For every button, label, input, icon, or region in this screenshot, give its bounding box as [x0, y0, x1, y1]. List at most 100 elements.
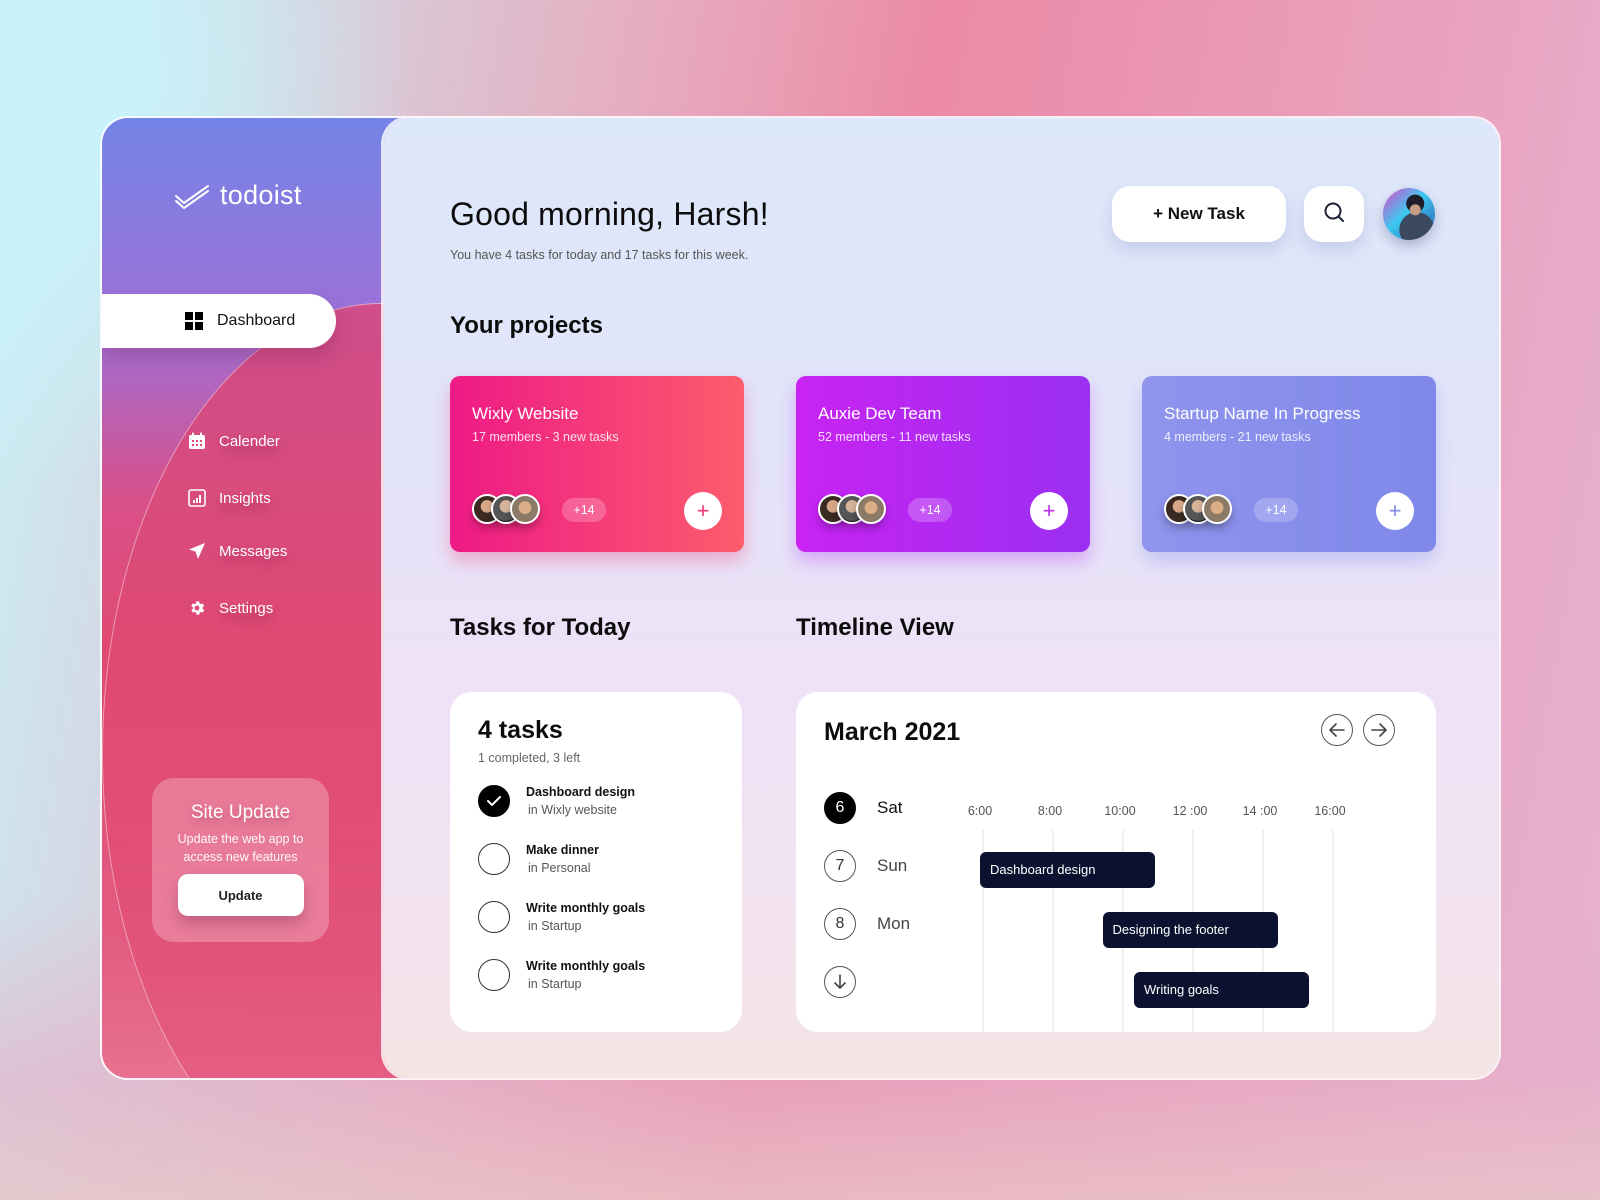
member-avatar	[510, 494, 540, 524]
task-list: Dashboard design in Wixly website Make d…	[478, 785, 714, 1017]
projects-section-title: Your projects	[450, 312, 603, 339]
day-name: Mon	[877, 914, 911, 933]
grid-line	[1332, 830, 1334, 1032]
task-item[interactable]: Write monthly goals in Startup	[478, 901, 714, 959]
sidebar-item-insights[interactable]: Insights	[188, 486, 287, 510]
new-task-button[interactable]: + New Task	[1112, 186, 1286, 242]
member-avatars	[818, 494, 886, 524]
day-row-sat[interactable]: 6 Sat	[824, 792, 903, 824]
project-name: Startup Name In Progress	[1164, 404, 1361, 423]
task-checkbox-checked[interactable]	[478, 785, 510, 817]
task-checkbox[interactable]	[478, 959, 510, 991]
task-project: in Personal	[528, 861, 591, 875]
task-item[interactable]: Make dinner in Personal	[478, 843, 714, 901]
time-label: 8:00	[1037, 804, 1063, 818]
more-days-button[interactable]	[824, 966, 856, 998]
search-icon	[1323, 201, 1345, 228]
day-name: Sat	[877, 798, 903, 817]
page-title: Good morning, Harsh!	[450, 196, 769, 232]
timeline-section-title: Timeline View	[796, 614, 954, 641]
day-number[interactable]: 8	[824, 908, 856, 940]
time-label: 6:00	[967, 804, 993, 818]
send-icon	[188, 542, 206, 560]
day-name: Sun	[877, 856, 908, 875]
project-card[interactable]: Startup Name In Progress 4 members - 21 …	[1142, 376, 1436, 552]
gear-icon	[188, 599, 206, 617]
project-meta: 52 members - 11 new tasks	[818, 430, 971, 444]
task-name: Write monthly goals	[526, 959, 646, 973]
task-name: Make dinner	[526, 843, 599, 857]
project-meta: 17 members - 3 new tasks	[472, 430, 619, 444]
task-project: in Wixly website	[528, 803, 617, 817]
project-name: Wixly Website	[472, 404, 579, 423]
tasks-count: 4 tasks	[478, 716, 563, 744]
sidebar: todoist Dashboard Calender Insights Mess…	[102, 118, 662, 1078]
search-button[interactable]	[1304, 186, 1364, 242]
time-label: 12 :00	[1172, 804, 1208, 818]
add-task-button[interactable]: +	[1030, 492, 1068, 530]
project-name: Auxie Dev Team	[818, 404, 942, 423]
arrow-left-icon	[1329, 723, 1345, 737]
member-avatars	[1164, 494, 1232, 524]
timeline-event[interactable]: Designing the footer	[1102, 912, 1278, 948]
double-check-icon	[174, 182, 212, 210]
update-button[interactable]: Update	[177, 874, 304, 916]
tasks-section-title: Tasks for Today	[450, 614, 631, 641]
extra-members-badge: +14	[562, 498, 606, 522]
site-update-title: Site Update	[190, 802, 291, 823]
day-row-mon[interactable]: 8 Mon	[824, 908, 910, 940]
sidebar-item-label: Calender	[219, 432, 280, 450]
checkmark-icon	[487, 796, 501, 806]
sidebar-item-dashboard[interactable]: Dashboard	[102, 294, 336, 348]
task-item[interactable]: Write monthly goals in Startup	[478, 959, 714, 1017]
day-number[interactable]: 6	[824, 792, 856, 824]
logo-text: todoist	[220, 180, 302, 210]
project-card[interactable]: Auxie Dev Team 52 members - 11 new tasks…	[796, 376, 1090, 552]
sidebar-nav: Calender Insights Messages Settings	[188, 429, 287, 653]
arrow-right-icon	[1371, 723, 1387, 737]
add-task-button[interactable]: +	[684, 492, 722, 530]
task-name: Write monthly goals	[526, 901, 646, 915]
task-project: in Startup	[528, 919, 582, 933]
timeline-card: March 2021 6:00 8:00 10:00 12 :00 14 :00 16:0…	[796, 692, 1436, 1032]
logo[interactable]: todoist	[174, 180, 302, 211]
prev-month-button[interactable]	[1321, 714, 1353, 746]
task-checkbox[interactable]	[478, 901, 510, 933]
day-row-sun[interactable]: 7 Sun	[824, 850, 907, 882]
day-number[interactable]: 7	[824, 850, 856, 882]
member-avatar	[856, 494, 886, 524]
timeline-month: March 2021	[824, 718, 961, 746]
sidebar-item-calender[interactable]: Calender	[188, 429, 287, 453]
greeting-subtext: You have 4 tasks for today and 17 tasks …	[450, 248, 749, 262]
sidebar-item-settings[interactable]: Settings	[188, 596, 287, 620]
member-avatars	[472, 494, 540, 524]
grid-icon	[185, 312, 203, 330]
main-content: Good morning, Harsh! You have 4 tasks fo…	[384, 118, 1499, 1078]
arrow-down-icon[interactable]	[824, 966, 856, 998]
tasks-card: 4 tasks 1 completed, 3 left Dashboard de…	[450, 692, 742, 1032]
chart-icon	[188, 489, 206, 507]
sidebar-item-label: Messages	[219, 542, 288, 560]
project-card[interactable]: Wixly Website 17 members - 3 new tasks +…	[450, 376, 744, 552]
member-avatar	[1202, 494, 1232, 524]
app-window: todoist Dashboard Calender Insights Mess…	[102, 118, 1499, 1078]
timeline-event[interactable]: Writing goals	[1134, 972, 1309, 1008]
sidebar-item-label: Settings	[219, 599, 274, 617]
site-update-description: Update the web app to access new feature…	[177, 832, 304, 864]
next-month-button[interactable]	[1363, 714, 1395, 746]
add-task-button[interactable]: +	[1376, 492, 1414, 530]
calendar-icon	[188, 432, 206, 450]
sidebar-item-label: Insights	[219, 489, 271, 507]
timeline-event[interactable]: Dashboard design	[980, 852, 1155, 888]
task-checkbox[interactable]	[478, 843, 510, 875]
task-project: in Startup	[528, 977, 582, 991]
extra-members-badge: +14	[908, 498, 952, 522]
sidebar-item-messages[interactable]: Messages	[188, 539, 287, 563]
extra-members-badge: +14	[1254, 498, 1298, 522]
user-avatar[interactable]	[1383, 188, 1435, 240]
site-update-card: Site Update Update the web app to access…	[152, 778, 329, 942]
tasks-summary: 1 completed, 3 left	[478, 751, 581, 765]
task-name: Dashboard design	[526, 785, 636, 799]
sidebar-item-label: Dashboard	[217, 312, 296, 329]
task-item[interactable]: Dashboard design in Wixly website	[478, 785, 714, 843]
